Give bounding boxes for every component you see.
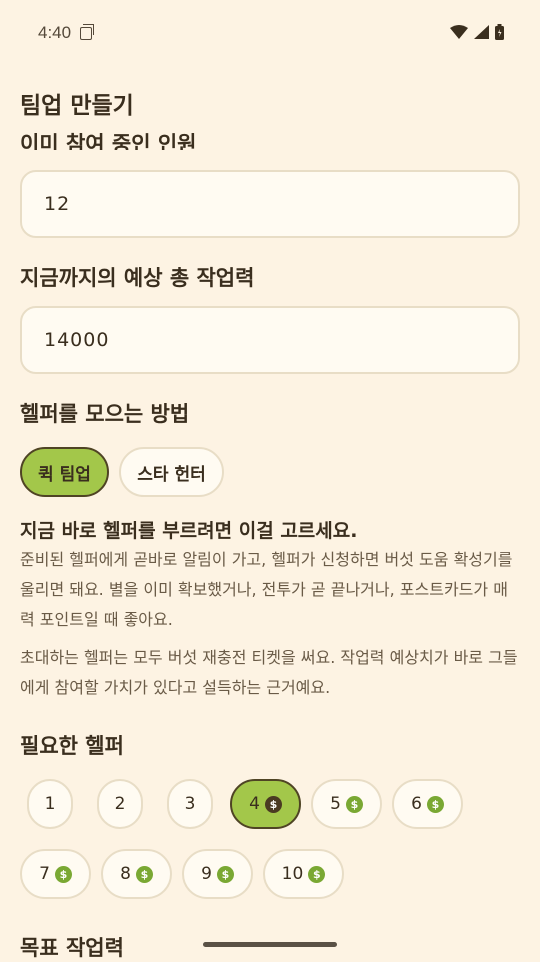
coin-icon: $ [345, 795, 363, 813]
helper-count-4[interactable]: 4 $ [230, 779, 301, 829]
helper-count-9[interactable]: 9 $ [182, 849, 253, 899]
description-paragraph-1: 준비된 헬퍼에게 곧바로 알림이 가고, 헬퍼가 신청하면 버섯 도움 확성기를… [20, 550, 513, 629]
coin-icon: $ [54, 865, 72, 883]
status-icons [450, 24, 504, 40]
helper-count-label: 8 [120, 864, 131, 884]
status-time: 4:40 [38, 23, 72, 42]
helper-count-label: 3 [184, 794, 196, 814]
coin-icon: $ [426, 795, 444, 813]
coin-icon: $ [135, 865, 153, 883]
helper-count-label: 10 [281, 864, 304, 884]
helper-count-label: 6 [411, 794, 422, 814]
description-paragraph-2: 초대하는 헬퍼는 모두 버섯 재충전 티켓을 써요. 작업력 예상치가 바로 그… [20, 648, 518, 697]
signal-icon [474, 25, 489, 39]
method-label: 헬퍼를 모으는 방법 [20, 402, 190, 426]
coin-icon: $ [308, 865, 326, 883]
participants-field[interactable] [20, 170, 520, 238]
coin-icon: $ [216, 865, 234, 883]
helper-count-8[interactable]: 8 $ [101, 849, 172, 899]
description-heading: 지금 바로 헬퍼를 부르려면 이걸 고르세요. [20, 520, 358, 542]
helper-count-5[interactable]: 5 $ [311, 779, 382, 829]
helpers-label: 필요한 헬퍼 [20, 734, 124, 758]
power-field[interactable] [20, 306, 520, 374]
helper-count-label: 2 [114, 794, 126, 814]
power-input[interactable] [42, 328, 486, 352]
helper-count-label: 9 [201, 864, 212, 884]
status-bar: 4:40 [0, 0, 540, 68]
helper-count-label: 4 [249, 794, 260, 814]
wifi-icon [450, 25, 468, 39]
helper-count-10[interactable]: 10 $ [263, 849, 344, 899]
star-hunter-chip[interactable]: 스타 헌터 [119, 447, 224, 497]
helper-count-label: 7 [39, 864, 50, 884]
participants-input[interactable] [42, 192, 486, 216]
quick-teamup-chip[interactable]: 퀵 팀업 [20, 447, 109, 497]
helper-count-label: 5 [330, 794, 341, 814]
helper-count-2[interactable]: 2 [97, 779, 143, 829]
page-title: 팀업 만들기 [20, 93, 134, 119]
helper-count-7[interactable]: 7 $ [20, 849, 91, 899]
sim-icon [80, 24, 94, 40]
battery-icon [495, 24, 504, 40]
participants-label: 이미 참여 중인 인원 [20, 132, 197, 150]
helper-count-3[interactable]: 3 [167, 779, 213, 829]
coin-icon: $ [264, 795, 282, 813]
target-label: 목표 작업력 [20, 936, 124, 960]
helper-count-label: 1 [44, 794, 56, 814]
participants-label-clip: 이미 참여 중인 인원 [20, 122, 520, 150]
helper-count-6[interactable]: 6 $ [392, 779, 463, 829]
home-indicator[interactable] [203, 942, 337, 947]
power-label: 지금까지의 예상 총 작업력 [20, 266, 255, 290]
helper-count-1[interactable]: 1 [27, 779, 73, 829]
